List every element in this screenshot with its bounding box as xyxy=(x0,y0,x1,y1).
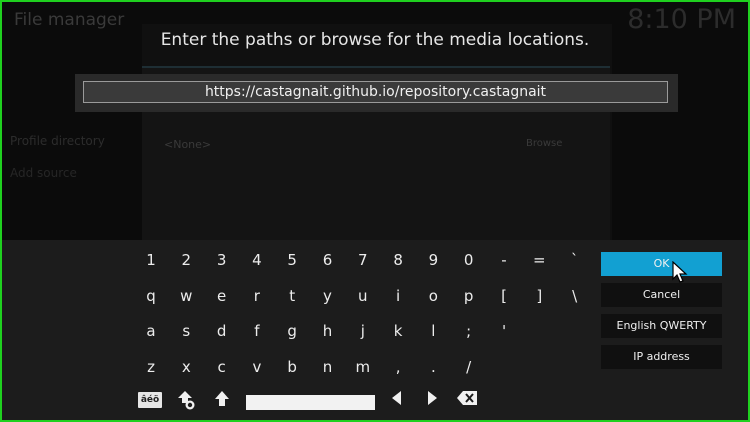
key-1-8[interactable]: o xyxy=(416,284,450,308)
key-1-10[interactable]: [ xyxy=(487,284,521,308)
cancel-button[interactable]: Cancel xyxy=(601,283,722,307)
key-3-4[interactable]: b xyxy=(275,355,309,379)
key-0-0[interactable]: 1 xyxy=(134,248,168,272)
key-0-3[interactable]: 4 xyxy=(240,248,274,272)
key-2-3[interactable]: f xyxy=(240,319,274,343)
key-0-12[interactable]: ` xyxy=(558,248,592,272)
space-bar[interactable] xyxy=(246,395,375,410)
side-item-profile-directory: Profile directory xyxy=(10,134,105,148)
source-placeholder: <None> xyxy=(164,138,212,151)
key-3-2[interactable]: c xyxy=(205,355,239,379)
path-field-container: https://castagnait.github.io/repository.… xyxy=(75,74,678,112)
key-1-5[interactable]: y xyxy=(311,284,345,308)
arrow-right-icon[interactable] xyxy=(419,389,447,413)
key-1-11[interactable]: ] xyxy=(522,284,556,308)
accents-key[interactable]: âéö xyxy=(138,392,162,408)
shift-icon[interactable] xyxy=(208,389,236,413)
key-0-7[interactable]: 8 xyxy=(381,248,415,272)
mouse-pointer-icon xyxy=(672,261,688,283)
key-2-9[interactable]: ; xyxy=(452,319,486,343)
key-2-8[interactable]: l xyxy=(416,319,450,343)
key-3-3[interactable]: v xyxy=(240,355,274,379)
key-1-0[interactable]: q xyxy=(134,284,168,308)
key-1-7[interactable]: i xyxy=(381,284,415,308)
key-2-7[interactable]: k xyxy=(381,319,415,343)
key-0-6[interactable]: 7 xyxy=(346,248,380,272)
dialog-heading: Enter the paths or browse for the media … xyxy=(160,30,590,50)
key-2-6[interactable]: j xyxy=(346,319,380,343)
key-3-1[interactable]: x xyxy=(169,355,203,379)
key-2-10[interactable]: ' xyxy=(487,319,521,343)
arrow-left-icon[interactable] xyxy=(382,389,410,413)
backspace-icon[interactable] xyxy=(453,389,481,413)
key-1-3[interactable]: r xyxy=(240,284,274,308)
key-2-5[interactable]: h xyxy=(311,319,345,343)
key-3-8[interactable]: . xyxy=(416,355,450,379)
key-0-1[interactable]: 2 xyxy=(169,248,203,272)
key-0-2[interactable]: 3 xyxy=(205,248,239,272)
window-title: File manager xyxy=(14,10,125,30)
key-2-2[interactable]: d xyxy=(205,319,239,343)
on-screen-keyboard: 1 2 3 4 5 6 7 8 9 0- = ` q w e r t y u i o p[] \ a s d f g h j k l; ' z x c… xyxy=(2,240,748,420)
ok-button[interactable]: OK xyxy=(601,252,722,276)
key-2-0[interactable]: a xyxy=(134,319,168,343)
key-3-9[interactable]: / xyxy=(452,355,486,379)
side-item-add-source: Add source xyxy=(10,166,77,180)
keyboard-layout-button[interactable]: English QWERTY xyxy=(601,314,722,338)
key-3-7[interactable]: , xyxy=(381,355,415,379)
browse-label: Browse xyxy=(526,138,563,149)
key-2-4[interactable]: g xyxy=(275,319,309,343)
key-0-5[interactable]: 6 xyxy=(311,248,345,272)
key-1-6[interactable]: u xyxy=(346,284,380,308)
key-3-6[interactable]: m xyxy=(346,355,380,379)
key-0-11[interactable]: = xyxy=(522,248,556,272)
path-input[interactable]: https://castagnait.github.io/repository.… xyxy=(83,81,668,103)
key-3-5[interactable]: n xyxy=(311,355,345,379)
key-1-9[interactable]: p xyxy=(452,284,486,308)
key-1-1[interactable]: w xyxy=(169,284,203,308)
key-0-4[interactable]: 5 xyxy=(275,248,309,272)
key-1-12[interactable]: \ xyxy=(558,284,592,308)
key-1-2[interactable]: e xyxy=(205,284,239,308)
key-3-0[interactable]: z xyxy=(134,355,168,379)
key-1-4[interactable]: t xyxy=(275,284,309,308)
key-0-9[interactable]: 0 xyxy=(452,248,486,272)
key-0-10[interactable]: - xyxy=(487,248,521,272)
shift-lock-icon[interactable] xyxy=(172,389,200,413)
key-2-1[interactable]: s xyxy=(169,319,203,343)
screen-frame: File manager 8:10 PM Profile directory A… xyxy=(0,0,750,422)
ip-address-button[interactable]: IP address xyxy=(601,345,722,369)
key-0-8[interactable]: 9 xyxy=(416,248,450,272)
